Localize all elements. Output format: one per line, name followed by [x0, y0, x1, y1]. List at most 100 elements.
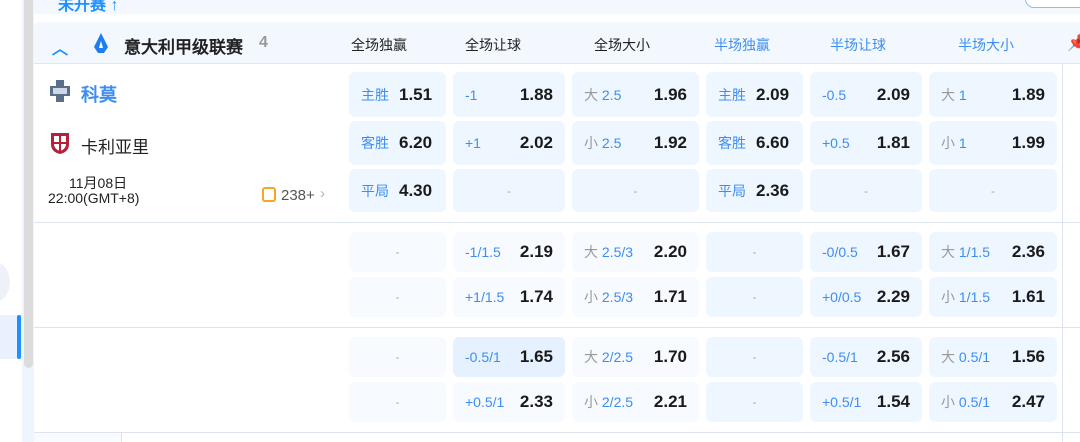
- col-header-ft-total: 全场大小: [594, 37, 650, 53]
- odds-cell[interactable]: -0.5/1 2.56: [810, 337, 922, 377]
- odds-label: 大 1/1.5: [941, 242, 990, 262]
- odds-cell[interactable]: -: [453, 169, 565, 212]
- away-team-name[interactable]: 卡利亚里: [81, 133, 149, 158]
- odds-value: 1.61: [1011, 287, 1045, 306]
- odds-cell[interactable]: 大 1 1.89: [929, 72, 1057, 117]
- odds-cell[interactable]: 大 1/1.5 2.36: [929, 232, 1057, 272]
- more-markets-count[interactable]: 238+: [281, 187, 315, 204]
- odds-cell[interactable]: -1/1.5 2.19: [453, 232, 565, 272]
- odds-label: 小 0.5/1: [941, 392, 990, 412]
- odds-value: 1.88: [519, 84, 553, 104]
- odds-cell[interactable]: +0.5 1.81: [810, 121, 922, 165]
- odds-cell[interactable]: -: [810, 169, 922, 212]
- footer-cell: [34, 433, 121, 442]
- section-label[interactable]: 未开赛 ↑: [58, 0, 118, 15]
- odds-cell[interactable]: 小 2.5 1.92: [572, 121, 699, 165]
- col-header-ft-1x2: 全场独赢: [351, 37, 407, 53]
- top-right-control[interactable]: [1025, 0, 1080, 8]
- odds-cell[interactable]: -: [929, 169, 1057, 212]
- odds-cell[interactable]: 小 1 1.99: [929, 121, 1057, 165]
- odds-cell[interactable]: -1 1.88: [453, 72, 565, 117]
- odds-cell[interactable]: 主胜 2.09: [706, 72, 803, 117]
- odds-cell[interactable]: 主胜 1.51: [349, 72, 446, 117]
- odds-cell[interactable]: 小 2/2.5 2.21: [572, 382, 699, 422]
- over-under-prefix: 小: [941, 289, 955, 305]
- section-bar: [34, 0, 1080, 14]
- odds-line: 2.5/3: [601, 244, 634, 260]
- scrollbar-thumb[interactable]: [24, 0, 33, 368]
- odds-label: +1/1.5: [465, 289, 504, 305]
- odds-cell[interactable]: -0.5 2.09: [810, 72, 922, 117]
- home-team-name[interactable]: 科莫: [81, 81, 117, 107]
- odds-label: 平局: [361, 182, 389, 199]
- odds-line: 1: [958, 86, 967, 103]
- odds-cell[interactable]: +0.5/1 1.54: [810, 382, 922, 422]
- odds-cell[interactable]: -: [706, 382, 803, 422]
- chevron-right-icon[interactable]: ›: [320, 185, 325, 202]
- odds-value: 1.54: [876, 392, 910, 411]
- odds-cell[interactable]: -: [706, 232, 803, 272]
- nav-avatar[interactable]: [0, 262, 10, 302]
- odds-cell[interactable]: 小 2.5/3 1.71: [572, 277, 699, 317]
- serie-a-logo-icon: [94, 33, 108, 53]
- odds-value: 2.02: [519, 133, 553, 152]
- odds-line: 2/2.5: [601, 349, 634, 365]
- odds-cell[interactable]: 大 2.5 1.96: [572, 72, 699, 117]
- odds-line: 0.5/1: [958, 349, 991, 365]
- odds-cell[interactable]: 客胜 6.60: [706, 121, 803, 165]
- odds-line: 2.5: [601, 135, 622, 151]
- over-under-prefix: 大: [941, 244, 955, 260]
- odds-cell[interactable]: -: [706, 277, 803, 317]
- odds-value: 2.29: [876, 287, 910, 306]
- odds-line: +0.5/1: [822, 394, 862, 410]
- odds-line: +1: [465, 135, 481, 151]
- odds-line: +0.5: [822, 135, 850, 151]
- odds-cell[interactable]: 平局 4.30: [349, 169, 446, 212]
- odds-cell[interactable]: +0/0.5 2.29: [810, 277, 922, 317]
- odds-label: 大 2.5: [584, 85, 621, 105]
- odds-cell[interactable]: 大 2.5/3 2.20: [572, 232, 699, 272]
- odds-cell[interactable]: -: [706, 337, 803, 377]
- collapse-chevron-icon[interactable]: ︿: [52, 35, 68, 59]
- odds-value: 2.20: [653, 242, 687, 261]
- odds-value: 1.71: [653, 287, 687, 306]
- odds-cell[interactable]: +0.5/1 2.33: [453, 382, 565, 422]
- odds-list-icon[interactable]: [262, 187, 276, 202]
- odds-cell[interactable]: +1/1.5 1.74: [453, 277, 565, 317]
- odds-cell[interactable]: -: [349, 232, 446, 272]
- over-under-prefix: 小: [584, 289, 598, 305]
- odds-line: -0/0.5: [822, 244, 858, 260]
- odds-label: +1: [465, 135, 481, 151]
- odds-value: 1.81: [876, 133, 910, 152]
- odds-cell[interactable]: -: [349, 277, 446, 317]
- odds-cell[interactable]: -: [572, 169, 699, 212]
- odds-line: 2.5/3: [601, 289, 634, 305]
- row-divider: [34, 327, 1080, 328]
- over-under-prefix: 小: [584, 135, 598, 151]
- odds-value: 6.60: [756, 133, 790, 152]
- odds-cell[interactable]: -: [349, 337, 446, 377]
- odds-cell[interactable]: 大 0.5/1 1.56: [929, 337, 1057, 377]
- odds-value: 2.56: [876, 347, 910, 366]
- odds-value: 1.51: [399, 84, 433, 104]
- odds-line: 1: [958, 135, 967, 151]
- col-header-ft-handicap: 全场让球: [465, 37, 521, 53]
- odds-cell[interactable]: 小 1/1.5 1.61: [929, 277, 1057, 317]
- column-divider: [1062, 64, 1063, 442]
- pin-icon[interactable]: 📌: [1067, 33, 1080, 53]
- odds-line: 2.5: [601, 86, 622, 103]
- odds-cell[interactable]: 小 0.5/1 2.47: [929, 382, 1057, 422]
- odds-cell[interactable]: 大 2/2.5 1.70: [572, 337, 699, 377]
- odds-cell[interactable]: 平局 2.36: [706, 169, 803, 212]
- odds-value: 1.65: [519, 347, 553, 366]
- odds-cell[interactable]: -: [349, 382, 446, 422]
- odds-label: -0.5: [822, 87, 846, 103]
- odds-cell[interactable]: -0.5/1 1.65: [453, 337, 565, 377]
- odds-cell[interactable]: -0/0.5 1.67: [810, 232, 922, 272]
- odds-line: +0/0.5: [822, 289, 862, 305]
- odds-value: 1.92: [653, 133, 687, 152]
- odds-cell[interactable]: 客胜 6.20: [349, 121, 446, 165]
- odds-label: 小 1/1.5: [941, 287, 990, 307]
- odds-label: +0/0.5: [822, 289, 861, 305]
- odds-cell[interactable]: +1 2.02: [453, 121, 565, 165]
